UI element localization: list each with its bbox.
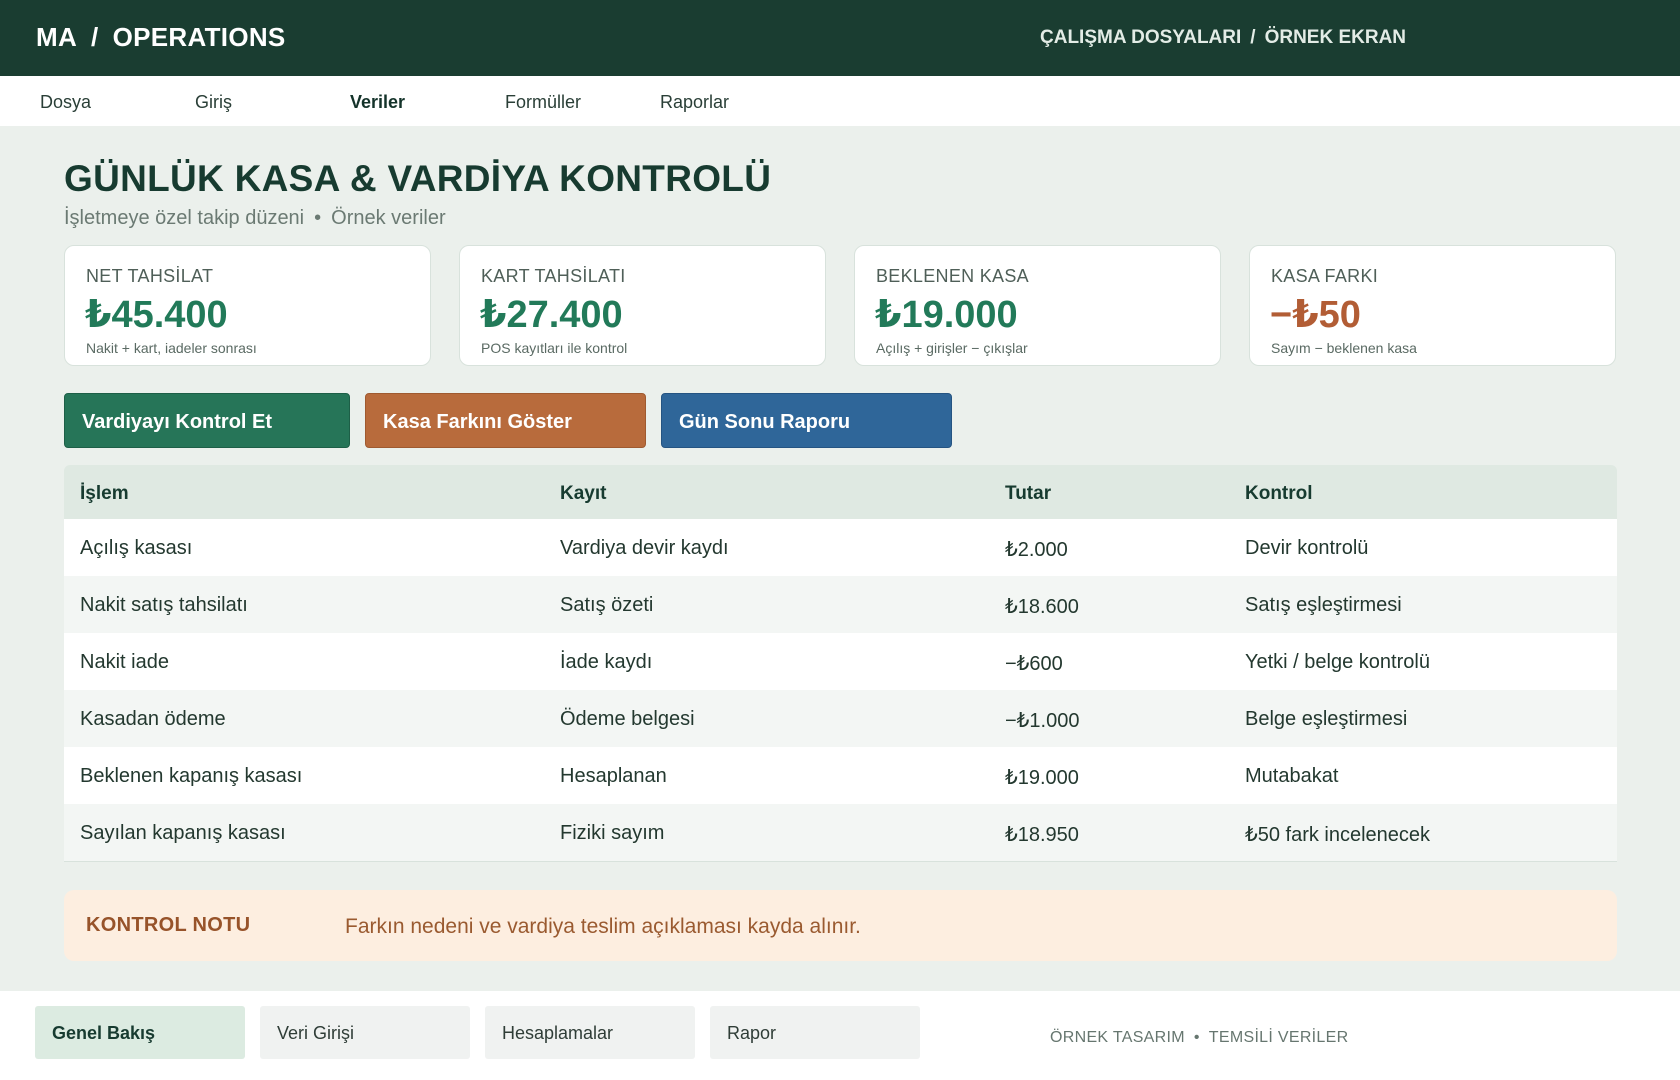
cell-kontrol: Yetki / belge kontrolü [1245,651,1430,673]
kpi-card-expected-cash: BEKLENEN KASA ₺19.000 Açılış + girişler … [854,245,1221,366]
day-end-report-button[interactable]: Gün Sonu Raporu [661,393,952,448]
footer-dot: • [1193,1029,1200,1046]
kpi-note: Nakit + kart, iadeler sonrası [86,340,257,356]
menu-item-formuller[interactable]: Formüller [505,92,581,113]
footer-note: ÖRNEK TASARIM • TEMSİLİ VERİLER [1050,1029,1348,1047]
menu-item-dosya[interactable]: Dosya [40,92,91,113]
brand-name: MA [36,22,78,52]
cell-kayit: Satış özeti [560,594,654,616]
cell-kayit: Vardiya devir kaydı [560,537,729,559]
table-row[interactable]: Nakit satış tahsilatı Satış özeti ₺18.60… [64,576,1617,633]
column-header-tutar[interactable]: Tutar [1005,483,1051,505]
kpi-card-card-collection: KART TAHSİLATI ₺27.400 POS kayıtları ile… [459,245,826,366]
transactions-table: İşlem Kayıt Tutar Kontrol Açılış kasası … [64,465,1617,862]
cell-kayit: Ödeme belgesi [560,708,695,730]
kpi-value: ₺19.000 [875,294,1018,336]
cell-islem: Kasadan ödeme [80,708,226,730]
cell-kayit: İade kaydı [560,651,653,673]
cell-tutar: ₺2.000 [1005,539,1068,561]
subtitle-dot: • [314,207,322,229]
kpi-value: ₺45.400 [85,294,228,336]
brand-title: MA / OPERATIONS [36,22,286,53]
kpi-value: −₺50 [1270,294,1361,336]
table-row[interactable]: Kasadan ödeme Ödeme belgesi −₺1.000 Belg… [64,690,1617,747]
cell-islem: Nakit iade [80,651,169,673]
cell-islem: Sayılan kapanış kasası [80,822,286,844]
show-cash-difference-button[interactable]: Kasa Farkını Göster [365,393,646,448]
kpi-label: KART TAHSİLATI [481,266,626,286]
cell-kontrol: Mutabakat [1245,765,1339,787]
kpi-label: KASA FARKI [1271,266,1379,286]
column-header-kayit[interactable]: Kayıt [560,483,606,505]
table-header: İşlem Kayıt Tutar Kontrol [64,465,1617,519]
cell-islem: Açılış kasası [80,537,193,559]
cell-kontrol: Satış eşleştirmesi [1245,594,1402,616]
column-header-kontrol[interactable]: Kontrol [1245,483,1313,505]
kpi-note: Sayım − beklenen kasa [1271,340,1417,356]
footer-note-data: TEMSİLİ VERİLER [1208,1029,1349,1046]
cell-tutar: −₺600 [1005,653,1063,675]
cell-kayit: Fiziki sayım [560,822,665,844]
kpi-card-cash-difference: KASA FARKI −₺50 Sayım − beklenen kasa [1249,245,1616,366]
kpi-note: Açılış + girişler − çıkışlar [876,340,1028,356]
menu-item-giris[interactable]: Giriş [195,92,232,113]
cell-tutar: −₺1.000 [1005,710,1080,732]
cell-tutar: ₺19.000 [1005,767,1079,789]
footer-note-design: ÖRNEK TASARIM [1050,1029,1185,1046]
subtitle-sample-label: Örnek veriler [331,207,446,229]
breadcrumb: ÇALIŞMA DOSYALARI / ÖRNEK EKRAN [1040,27,1406,49]
cell-kontrol: ₺50 fark incelenecek [1245,824,1431,846]
check-shift-button[interactable]: Vardiyayı Kontrol Et [64,393,350,448]
tab-veri-girisi[interactable]: Veri Girişi [260,1006,470,1059]
kpi-note: POS kayıtları ile kontrol [481,340,628,356]
table-row[interactable]: Sayılan kapanış kasası Fiziki sayım ₺18.… [64,804,1617,861]
cell-kontrol: Devir kontrolü [1245,537,1369,559]
cell-islem: Beklenen kapanış kasası [80,765,303,787]
tab-genel-bakis[interactable]: Genel Bakış [35,1006,245,1059]
cell-tutar: ₺18.950 [1005,824,1079,846]
page-title: GÜNLÜK KASA & VARDİYA KONTROLÜ [64,158,772,199]
subtitle-text: İşletmeye özel takip düzeni [64,207,305,229]
cell-kayit: Hesaplanan [560,765,667,787]
kpi-card-net-collection: NET TAHSİLAT ₺45.400 Nakit + kart, iadel… [64,245,431,366]
table-row[interactable]: Nakit iade İade kaydı −₺600 Yetki / belg… [64,633,1617,690]
breadcrumb-separator: / [1250,27,1256,48]
column-header-islem[interactable]: İşlem [80,483,129,505]
kpi-label: BEKLENEN KASA [876,266,1029,286]
control-note-text: Farkın nedeni ve vardiya teslim açıklama… [345,915,861,938]
table-row[interactable]: Açılış kasası Vardiya devir kaydı ₺2.000… [64,519,1617,576]
page-subtitle: İşletmeye özel takip düzeni • Örnek verile… [64,207,446,230]
kpi-label: NET TAHSİLAT [86,266,214,286]
tab-hesaplamalar[interactable]: Hesaplamalar [485,1006,695,1059]
breadcrumb-item-workfiles[interactable]: ÇALIŞMA DOSYALARI [1040,27,1241,48]
bottom-tab-bar: Genel Bakış Veri Girişi Hesaplamalar Rap… [0,991,1680,1080]
tab-rapor[interactable]: Rapor [710,1006,920,1059]
cell-kontrol: Belge eşleştirmesi [1245,708,1408,730]
table-row[interactable]: Beklenen kapanış kasası Hesaplanan ₺19.0… [64,747,1617,804]
kpi-value: ₺27.400 [480,294,623,336]
menu-bar: Dosya Giriş Veriler Formüller Raporlar [0,76,1680,126]
brand-section: OPERATIONS [112,22,286,52]
control-note-title: KONTROL NOTU [86,914,251,936]
cell-tutar: ₺18.600 [1005,596,1079,618]
control-note: KONTROL NOTU Farkın nedeni ve vardiya te… [64,890,1617,961]
top-header: MA / OPERATIONS ÇALIŞMA DOSYALARI / ÖRNEK EK… [0,0,1680,76]
menu-item-raporlar[interactable]: Raporlar [660,92,729,113]
cell-islem: Nakit satış tahsilatı [80,594,248,616]
menu-item-veriler[interactable]: Veriler [350,92,405,113]
breadcrumb-item-sample-screen[interactable]: ÖRNEK EKRAN [1265,27,1406,48]
brand-separator: / [91,22,99,52]
